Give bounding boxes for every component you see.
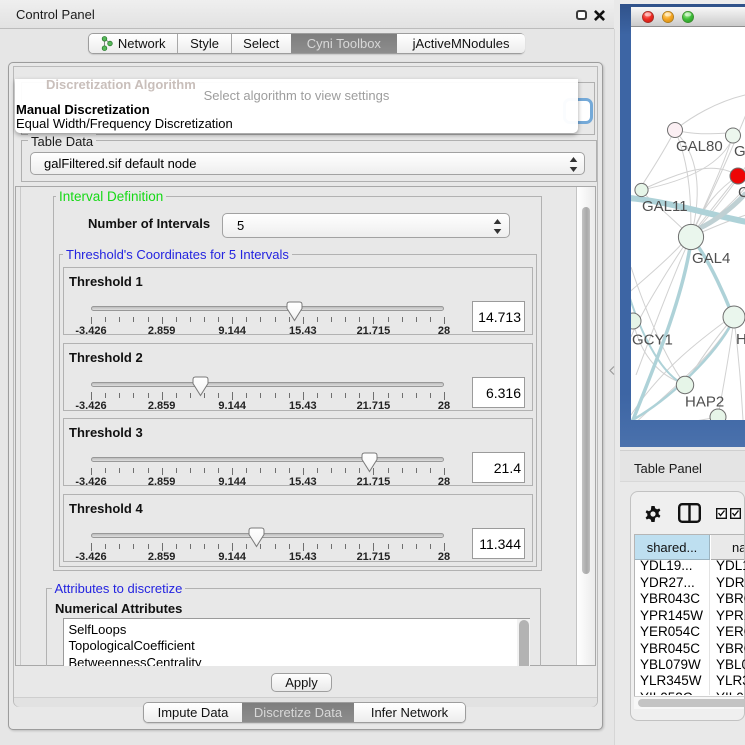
svg-text:GAL11: GAL11 — [642, 198, 688, 215]
svg-text:GA: GA — [734, 143, 745, 160]
svg-text:C: C — [738, 184, 745, 201]
svg-text:GAL80: GAL80 — [676, 138, 723, 155]
svg-text:HAP2: HAP2 — [685, 394, 724, 411]
svg-text:GCY1: GCY1 — [632, 332, 673, 349]
svg-text:GAL4: GAL4 — [692, 250, 730, 267]
svg-text:H: H — [736, 331, 745, 348]
